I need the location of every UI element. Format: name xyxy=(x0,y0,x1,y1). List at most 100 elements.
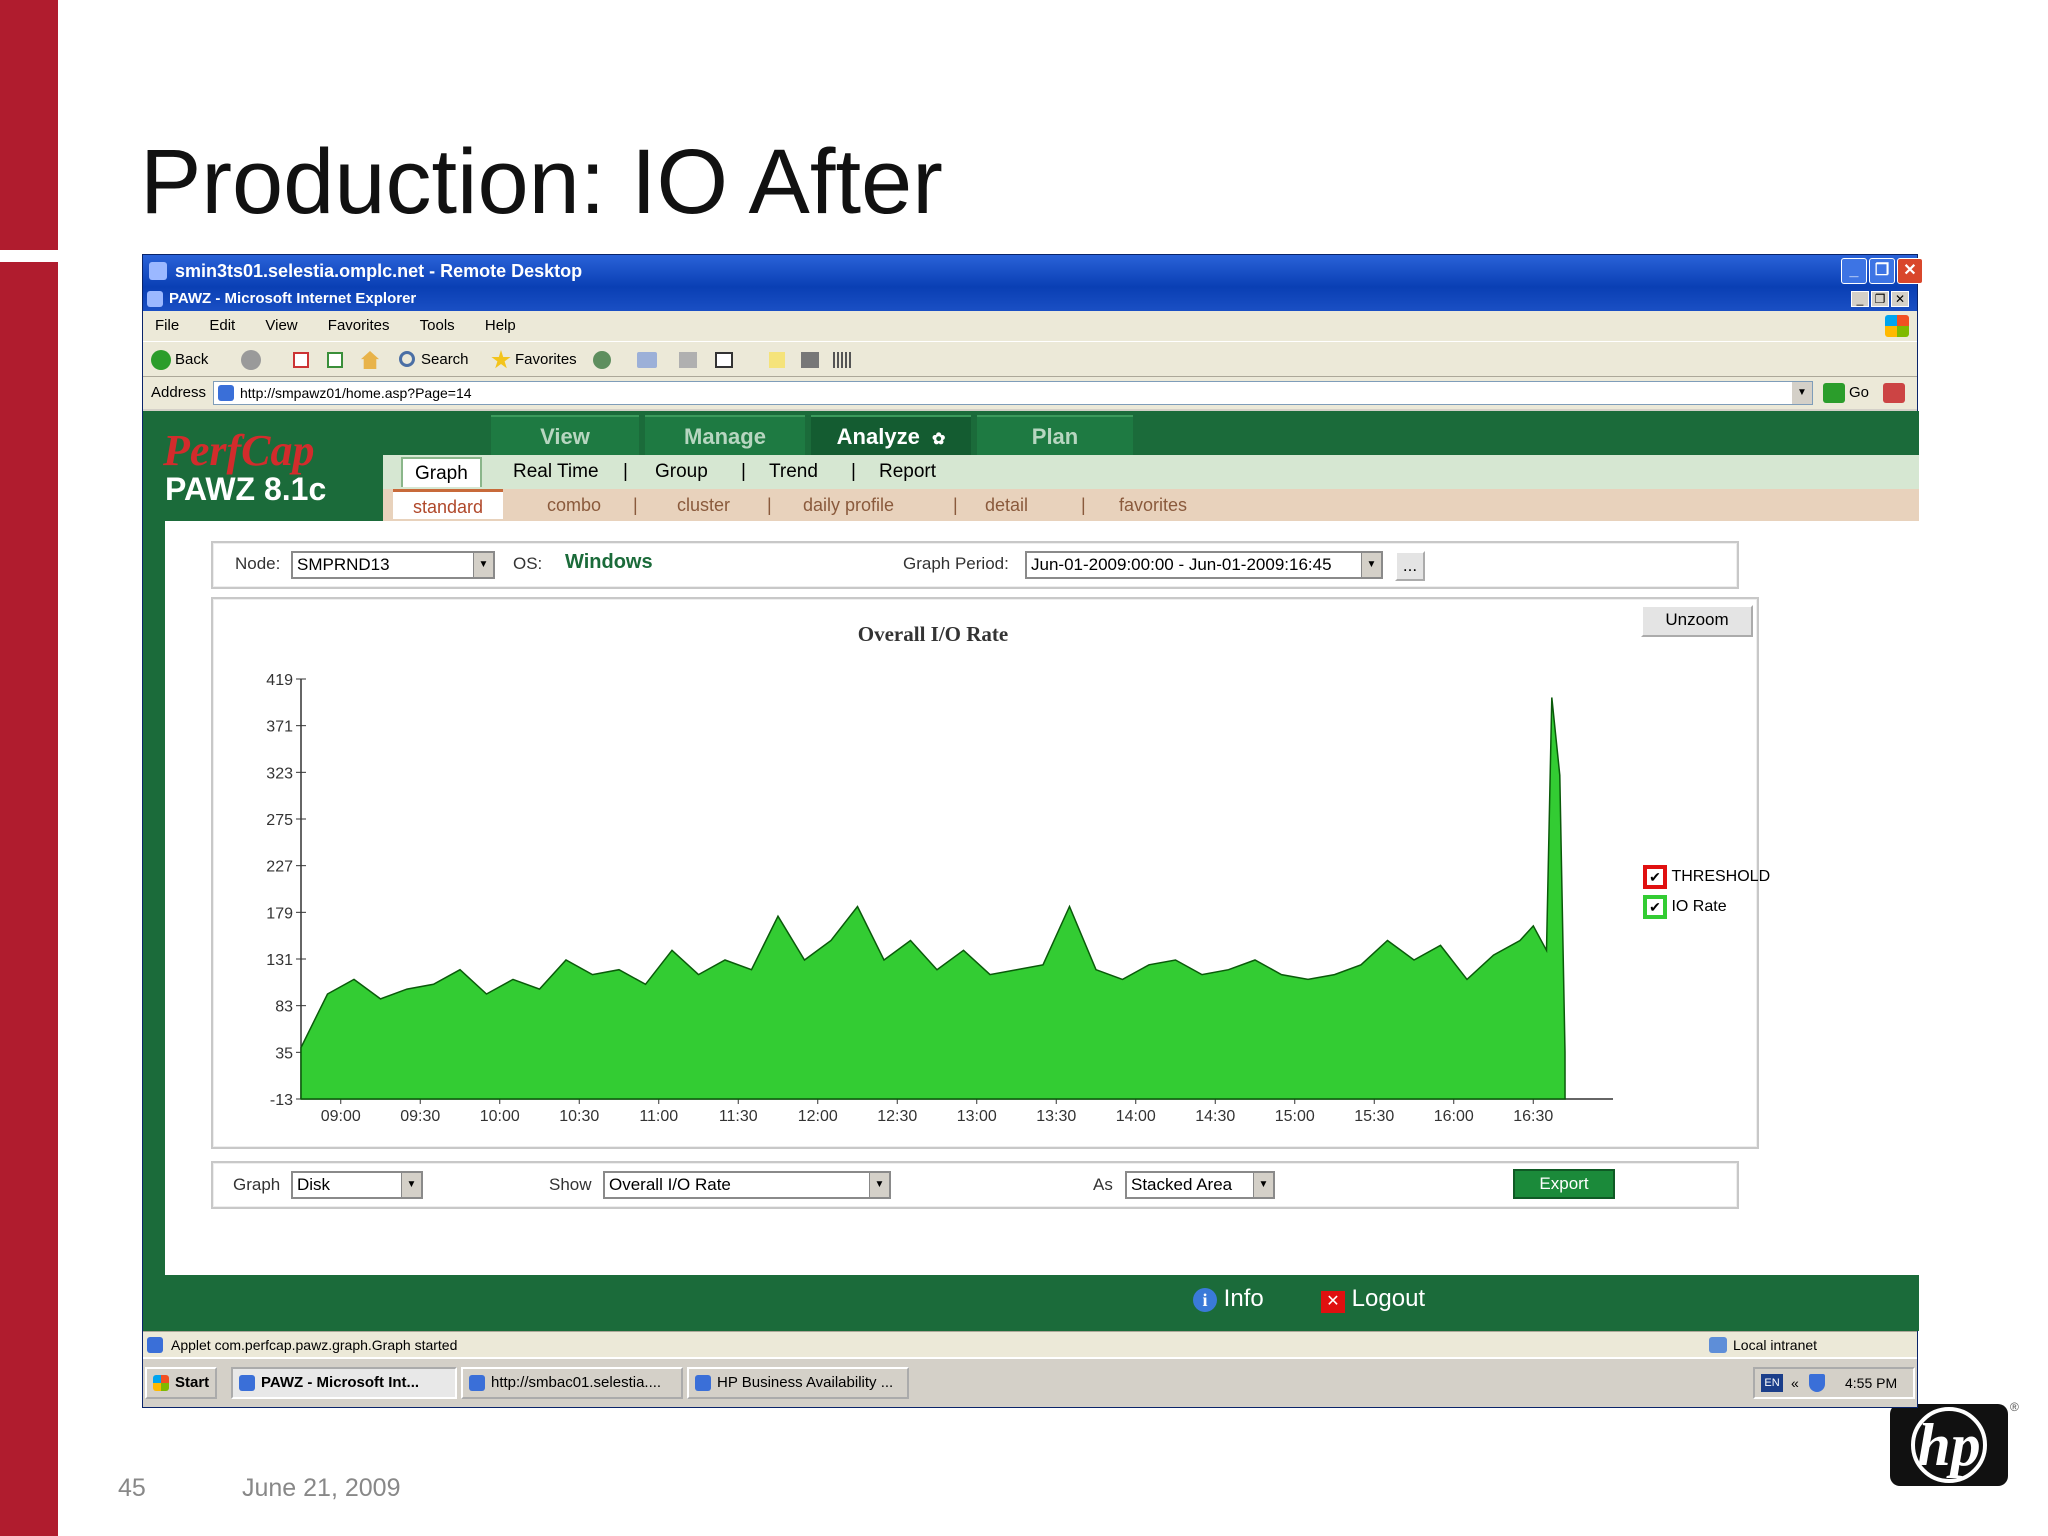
nav-analyze[interactable]: Analyze ✿ xyxy=(811,415,971,455)
subnav-separator: | xyxy=(851,461,856,482)
menu-help[interactable]: Help xyxy=(485,317,516,334)
print-icon[interactable] xyxy=(679,352,697,368)
nav-view[interactable]: View xyxy=(491,415,639,455)
subnav-group[interactable]: Group xyxy=(655,455,708,489)
subnav-trend[interactable]: Trend xyxy=(769,455,818,489)
node-select[interactable]: SMPRND13 ▼ xyxy=(291,551,495,579)
subnav2-daily-profile[interactable]: daily profile xyxy=(803,489,894,521)
taskbar-item-hp-bac[interactable]: HP Business Availability ... xyxy=(687,1367,909,1399)
address-url: http://smpawz01/home.asp?Page=14 xyxy=(240,385,472,401)
export-button[interactable]: Export xyxy=(1513,1169,1615,1199)
os-value: Windows xyxy=(565,551,653,573)
subnav2-cluster[interactable]: cluster xyxy=(677,489,730,521)
x-tick-label: 09:30 xyxy=(400,1108,440,1125)
start-button[interactable]: Start xyxy=(145,1367,217,1399)
graph-period-label: Graph Period: xyxy=(903,554,1009,573)
legend-io-rate[interactable]: ✔ IO Rate xyxy=(1643,895,1727,919)
home-icon[interactable] xyxy=(361,351,379,369)
search-button[interactable]: Search xyxy=(421,342,469,378)
word-icon[interactable] xyxy=(715,352,733,368)
close-button[interactable]: ✕ xyxy=(1897,258,1923,284)
status-bar: Applet com.perfcap.pawz.graph.Graph star… xyxy=(143,1331,1917,1357)
shield-icon[interactable] xyxy=(1809,1374,1825,1392)
as-value: Stacked Area xyxy=(1131,1175,1233,1194)
menu-view[interactable]: View xyxy=(265,317,297,334)
subnav-real-time[interactable]: Real Time xyxy=(513,455,599,489)
nav-plan[interactable]: Plan xyxy=(977,415,1133,455)
favorites-star-icon[interactable] xyxy=(491,350,511,369)
area-layer xyxy=(300,697,1566,1100)
x-tick-label: 16:30 xyxy=(1513,1108,1553,1125)
io-rate-area xyxy=(300,697,1566,1100)
subnav-separator: | xyxy=(623,461,628,482)
subnav2-combo[interactable]: combo xyxy=(547,489,601,521)
as-select[interactable]: Stacked Area ▼ xyxy=(1125,1171,1275,1199)
menu-favorites[interactable]: Favorites xyxy=(328,317,390,334)
taskbar-item-label: PAWZ - Microsoft Int... xyxy=(261,1374,420,1391)
menu-tools[interactable]: Tools xyxy=(420,317,455,334)
ie-restore-button[interactable]: ❐ xyxy=(1871,291,1889,307)
subnav2-separator: | xyxy=(953,495,958,515)
subnav2-favorites[interactable]: favorites xyxy=(1119,489,1187,521)
clock: 4:55 PM xyxy=(1845,1375,1898,1391)
notes-icon[interactable] xyxy=(769,352,785,368)
forward-icon[interactable] xyxy=(241,350,261,370)
subnav-graph[interactable]: Graph xyxy=(401,457,482,487)
logout-label: Logout xyxy=(1351,1285,1426,1312)
threshold-checkbox-icon[interactable]: ✔ xyxy=(1643,865,1667,889)
language-indicator[interactable]: EN xyxy=(1761,1374,1783,1392)
y-tick-label: 35 xyxy=(275,1045,293,1062)
favorites-button[interactable]: Favorites xyxy=(515,342,577,378)
taskbar-item-pawz[interactable]: PAWZ - Microsoft Int... xyxy=(231,1367,457,1399)
graph-period-picker-button[interactable]: ... xyxy=(1395,551,1425,581)
chevron-down-icon: ▼ xyxy=(473,553,493,577)
back-icon[interactable] xyxy=(151,350,171,370)
tray-expand-icon[interactable]: « xyxy=(1791,1369,1799,1397)
subnav-report[interactable]: Report xyxy=(879,455,936,489)
y-tick-label: 275 xyxy=(266,812,293,829)
x-axis: 09:00 09:30 10:00 10:30 11:00 11:30 12:00 12:30… xyxy=(301,1098,1613,1125)
taskbar-item-smbac[interactable]: http://smbac01.selestia.... xyxy=(461,1367,683,1399)
info-icon: i xyxy=(1193,1288,1217,1312)
remote-desktop-title: smin3ts01.selestia.omplc.net - Remote De… xyxy=(175,261,583,281)
restore-button[interactable]: ❐ xyxy=(1869,258,1895,284)
pawz-logo: PAWZ 8.1c xyxy=(165,471,327,507)
grid-icon[interactable] xyxy=(833,352,851,368)
stop-icon[interactable] xyxy=(293,352,309,368)
slide-accent-bar-bottom xyxy=(0,262,58,1536)
io-rate-chart[interactable]: Overall I/O Rate 419 371 323 275 227 179 131 83… xyxy=(213,599,1757,1147)
nav-manage[interactable]: Manage xyxy=(645,415,805,455)
links-icon[interactable] xyxy=(1883,383,1905,403)
logout-link[interactable]: ✕ Logout xyxy=(1321,1285,1425,1313)
history-icon[interactable] xyxy=(593,351,611,369)
search-icon[interactable] xyxy=(399,351,415,367)
subnav2-detail[interactable]: detail xyxy=(985,489,1028,521)
perfcap-logo: PerfCap xyxy=(163,426,315,475)
ie-close-button[interactable]: ✕ xyxy=(1891,291,1909,307)
menu-file[interactable]: File xyxy=(155,317,179,334)
mail-icon[interactable] xyxy=(637,352,657,368)
go-arrow-icon[interactable] xyxy=(1823,383,1845,403)
legend-threshold[interactable]: ✔ THRESHOLD xyxy=(1643,865,1770,889)
subnav2-standard[interactable]: standard xyxy=(393,489,504,519)
menu-edit[interactable]: Edit xyxy=(209,317,235,334)
info-link[interactable]: i Info xyxy=(1193,1285,1264,1313)
show-select[interactable]: Overall I/O Rate ▼ xyxy=(603,1171,891,1199)
go-button[interactable]: Go xyxy=(1849,377,1869,409)
refresh-icon[interactable] xyxy=(327,352,343,368)
minimize-button[interactable]: _ xyxy=(1841,258,1867,284)
as-label: As xyxy=(1093,1175,1113,1194)
address-label: Address xyxy=(151,384,207,401)
x-tick-label: 09:00 xyxy=(321,1108,361,1125)
messenger-icon[interactable] xyxy=(801,352,819,368)
address-dropdown-icon[interactable]: ▼ xyxy=(1792,382,1812,404)
graph-type-value: Disk xyxy=(297,1175,331,1194)
back-button[interactable]: Back xyxy=(175,342,208,378)
graph-type-select[interactable]: Disk ▼ xyxy=(291,1171,423,1199)
address-input[interactable]: http://smpawz01/home.asp?Page=14 ▼ xyxy=(213,381,1813,405)
io-rate-checkbox-icon[interactable]: ✔ xyxy=(1643,895,1667,919)
y-tick-label: 179 xyxy=(266,905,293,922)
graph-period-select[interactable]: Jun-01-2009:00:00 - Jun-01-2009:16:45 ▼ xyxy=(1025,551,1383,579)
ie-minimize-button[interactable]: _ xyxy=(1851,291,1869,307)
ie-toolbar: Back Search Favorites xyxy=(143,341,1917,377)
